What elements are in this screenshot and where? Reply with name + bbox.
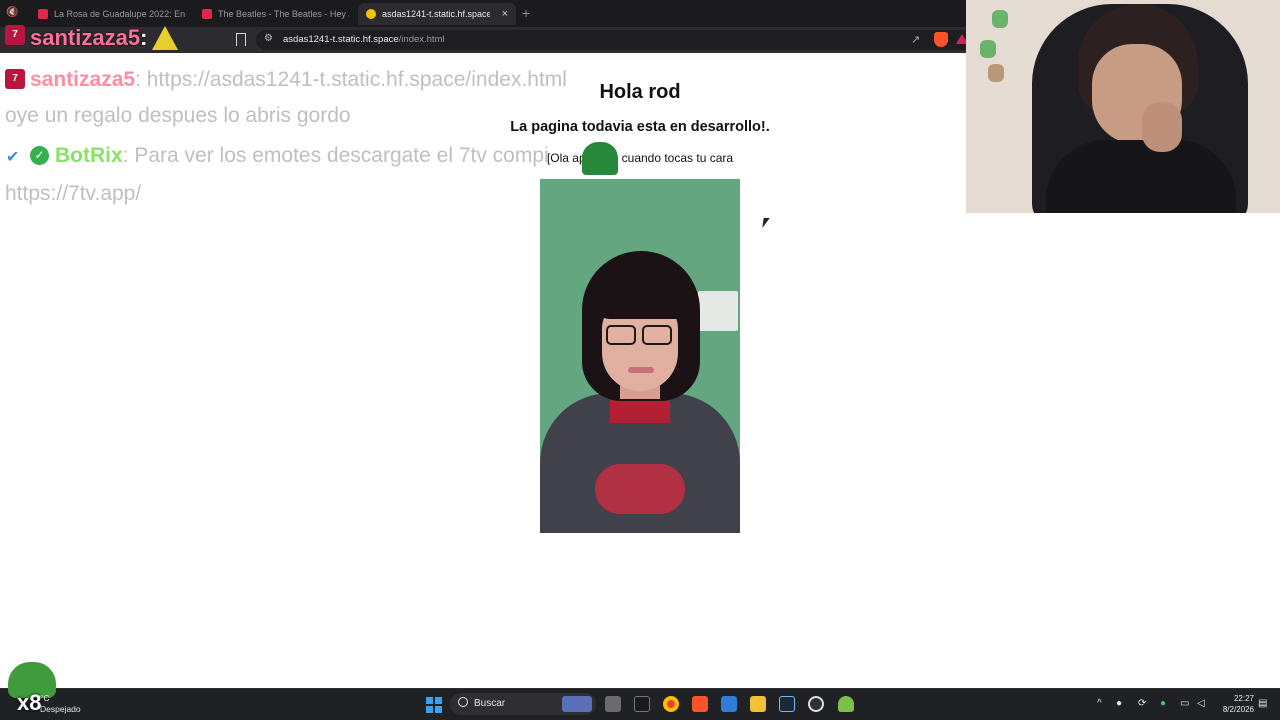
share-icon[interactable]: ↗ [911, 33, 920, 46]
url-text[interactable]: asdas1241-t.static.hf.space/index.html [283, 34, 445, 45]
task-view-icon[interactable] [605, 696, 621, 712]
bookmark-icon[interactable] [236, 33, 246, 46]
site-settings-icon[interactable]: ⚙ [264, 33, 273, 44]
search-placeholder: Buscar [474, 698, 506, 709]
youtube-icon [38, 9, 48, 19]
wall-sticker [992, 10, 1008, 28]
chat-message: oye un regalo despues lo abris gordo [5, 104, 351, 127]
tab-title: asdas1241-t.static.hf.space/index.html [382, 9, 490, 19]
pepe-emote-icon [582, 142, 618, 175]
page-subtitle: La pagina todavia esta en desarrollo!. [510, 119, 770, 135]
steam-icon[interactable] [779, 696, 795, 712]
glasses-right [642, 325, 672, 345]
volume-icon[interactable]: ◁ [1197, 698, 1205, 709]
chat-top-username: santizaza5: [30, 25, 148, 50]
lips [628, 367, 654, 373]
chat-message: https://7tv.app/ [5, 182, 142, 205]
chat-message: BotRix: Para ver los emotes descargate e… [55, 144, 549, 167]
system-clock[interactable]: 22:27 8/2/2026 [1212, 693, 1254, 715]
brave-icon[interactable] [692, 696, 708, 712]
weather-widget[interactable]: °C Despejado [40, 693, 81, 715]
chat-badge-icon: 7 [5, 25, 25, 45]
verified-bot-icon: ✓ [30, 146, 49, 165]
fringe [595, 275, 685, 319]
search-icon [458, 697, 468, 707]
epic-games-icon[interactable] [634, 696, 650, 712]
microphone-icon[interactable]: ● [1160, 698, 1166, 709]
emote-combo-count: x8 [17, 690, 42, 715]
wall-sticker [980, 40, 996, 58]
glasses-left [606, 325, 636, 345]
webcam-overlay [966, 0, 1280, 213]
portrait-photo[interactable] [540, 179, 740, 533]
tab-hf-space[interactable]: asdas1241-t.static.hf.space/index.html × [358, 3, 516, 25]
notifications-icon[interactable]: ▤ [1258, 698, 1267, 709]
streamer-shirt [1046, 140, 1236, 213]
hoodie-logo [595, 464, 685, 514]
new-tab-button[interactable]: + [522, 5, 530, 21]
close-tab-icon[interactable]: × [502, 8, 508, 20]
wall-plate [698, 291, 738, 331]
tab-la-rosa[interactable]: La Rosa de Guadalupe 2022: En cada [30, 3, 185, 25]
streamer-hand [1142, 102, 1182, 152]
brave-shields-icon[interactable] [934, 32, 948, 47]
tab-title: The Beatles - The Beatles - Hey Jude [218, 9, 349, 19]
app-icon[interactable] [838, 696, 854, 712]
tab-title: La Rosa de Guadalupe 2022: En cada [54, 9, 185, 19]
mouse-cursor-icon [762, 218, 770, 228]
huggingface-icon [366, 9, 376, 19]
wall-sticker [988, 64, 1004, 82]
tab-beatles[interactable]: The Beatles - The Beatles - Hey Jude [194, 3, 349, 25]
obs-icon[interactable] [808, 696, 824, 712]
windows-start-icon[interactable] [426, 697, 442, 713]
muted-audio-icon[interactable]: 🔇 [6, 7, 18, 19]
chat-message: santizaza5: https://asdas1241-t.static.h… [30, 68, 567, 91]
sync-icon[interactable]: ⟳ [1138, 698, 1146, 709]
page-title: Hola rod [599, 81, 681, 103]
chat-badge-icon: 7 [5, 69, 25, 89]
display-icon[interactable]: ▭ [1180, 698, 1189, 709]
youtube-icon [202, 9, 212, 19]
file-explorer-icon[interactable] [750, 696, 766, 712]
chrome-icon[interactable] [663, 696, 679, 712]
search-highlight-icon [562, 696, 592, 712]
discord-icon[interactable]: ● [1116, 698, 1122, 709]
chat-emote-icon [152, 26, 178, 50]
microsoft-store-icon[interactable] [721, 696, 737, 712]
moderator-sword-icon: ✔ [6, 149, 20, 166]
chevron-up-icon[interactable]: ^ [1097, 698, 1102, 709]
